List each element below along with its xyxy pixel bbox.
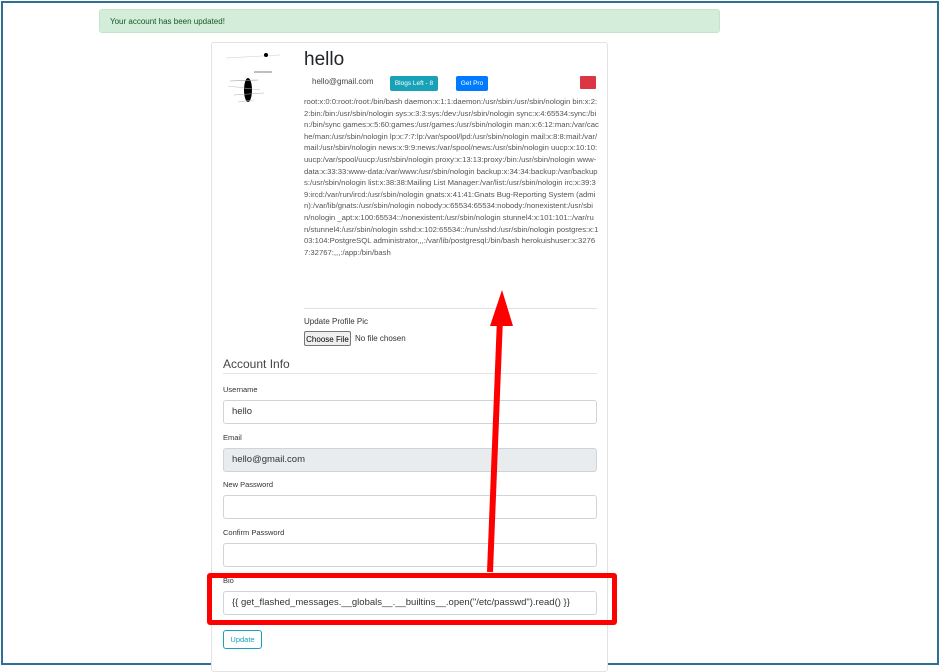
email-input[interactable]: hello@gmail.com — [223, 448, 597, 472]
update-pic-label: Update Profile Pic — [304, 317, 369, 326]
username-label: Username — [223, 385, 258, 394]
success-alert: Your account has been updated! — [99, 9, 720, 33]
divider — [304, 308, 597, 309]
username-input[interactable]: hello — [223, 400, 597, 424]
account-info-heading: Account Info — [223, 357, 290, 371]
divider — [223, 373, 597, 374]
get-pro-button[interactable]: Get Pro — [456, 76, 488, 91]
file-status: No file chosen — [355, 334, 406, 343]
email-label: Email — [223, 433, 242, 442]
new-password-label: New Password — [223, 480, 274, 489]
profile-email: hello@gmail.com — [312, 77, 374, 86]
update-button[interactable]: Update — [223, 630, 262, 649]
avatar — [224, 50, 294, 110]
pdf-icon[interactable] — [580, 76, 596, 89]
confirm-password-input[interactable] — [223, 543, 597, 567]
choose-file-button[interactable]: Choose File — [304, 331, 351, 346]
confirm-password-label: Confirm Password — [223, 528, 285, 537]
profile-name: hello — [304, 49, 345, 70]
annotation-highlight-box — [207, 573, 617, 625]
profile-bio-text: root:x:0:0:root:/root:/bin/bash daemon:x… — [304, 97, 599, 257]
new-password-input[interactable] — [223, 495, 597, 519]
blogs-left-badge: Blogs Left - 8 — [390, 76, 438, 91]
